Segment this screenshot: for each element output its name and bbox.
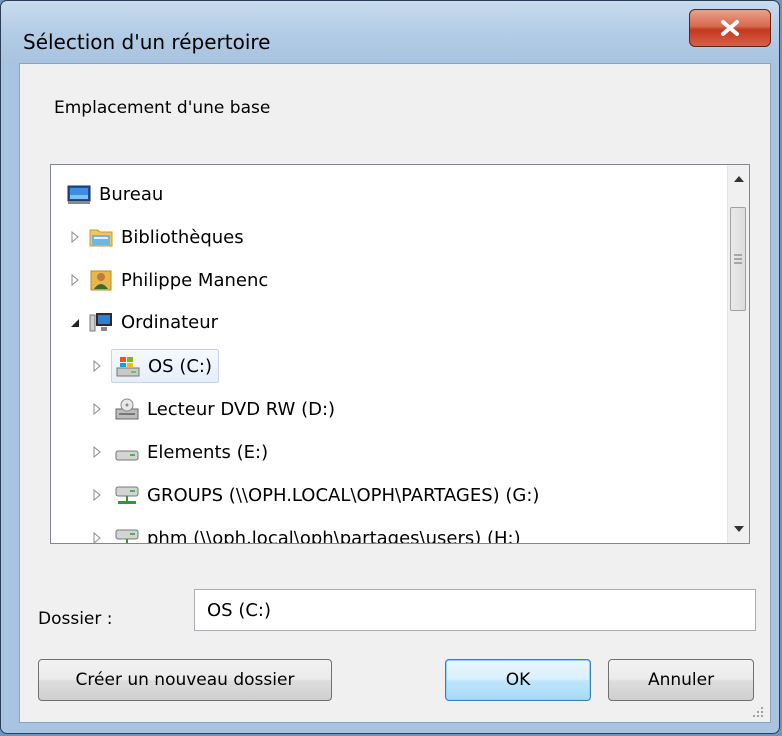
system-drive-icon [116, 357, 140, 377]
resize-grip-icon[interactable] [752, 706, 764, 718]
ok-button[interactable]: OK [445, 659, 591, 701]
grip-lines-icon [734, 254, 742, 264]
tree-item-ordinateur[interactable]: Ordinateur [89, 305, 218, 339]
tree-item-label: phm (\\oph.local\oph\partages\users) (H:… [147, 527, 521, 544]
window-title: Sélection d'un répertoire [23, 30, 271, 54]
collapse-arrow-icon[interactable] [69, 317, 81, 329]
vertical-scrollbar[interactable] [727, 165, 749, 543]
tree-item-label: Lecteur DVD RW (D:) [147, 398, 336, 420]
arrow-down-icon [733, 526, 744, 532]
user-folder-icon [90, 270, 112, 291]
tree-item-label: OS (C:) [148, 355, 212, 377]
dialog-body: Emplacement d'une base Bureau Bibliothèq… [19, 63, 771, 723]
dialog-window: Sélection d'un répertoire Emplacement d'… [0, 0, 780, 734]
tree-item-label: Elements (E:) [147, 441, 269, 463]
tree-item-dvd-drive[interactable]: Lecteur DVD RW (D:) [115, 392, 335, 426]
tree-item-bureau[interactable]: Bureau [67, 177, 163, 211]
expand-arrow-icon[interactable] [69, 274, 81, 286]
tree-item-label: GROUPS (\\OPH.LOCAL\OPH\PARTAGES) (G:) [147, 484, 540, 506]
tree-item-groups-g[interactable]: GROUPS (\\OPH.LOCAL\OPH\PARTAGES) (G:) [115, 478, 539, 512]
computer-icon [89, 313, 112, 332]
tree-item-os-c[interactable]: OS (C:) [111, 349, 219, 383]
dvd-drive-icon [115, 398, 139, 420]
folder-input[interactable] [194, 589, 756, 631]
scroll-thumb[interactable] [730, 207, 746, 311]
removable-drive-icon [115, 450, 139, 461]
tree-item-bibliotheques[interactable]: Bibliothèques [89, 220, 244, 254]
tree-item-phm-h[interactable]: phm (\\oph.local\oph\partages\users) (H:… [115, 521, 521, 544]
expand-arrow-icon[interactable] [91, 489, 103, 501]
tree-item-label: Bibliothèques [121, 226, 244, 248]
cancel-button[interactable]: Annuler [608, 659, 754, 701]
network-drive-icon [115, 486, 139, 504]
expand-arrow-icon[interactable] [69, 231, 81, 243]
scroll-down-button[interactable] [728, 517, 749, 541]
tree-item-label: Bureau [99, 183, 164, 205]
location-prompt: Emplacement d'une base [54, 98, 271, 118]
tree-item-label: Philippe Manenc [121, 269, 269, 291]
arrow-up-icon [733, 176, 744, 182]
network-drive-icon [115, 529, 139, 543]
expand-arrow-icon[interactable] [91, 532, 103, 543]
tree-item-label: Ordinateur [121, 311, 219, 333]
folder-tree[interactable]: Bureau Bibliothèques Philippe Manenc Ord… [50, 164, 750, 544]
close-button[interactable] [689, 9, 771, 47]
desktop-icon [67, 185, 91, 204]
tree-item-philippe-manenc[interactable]: Philippe Manenc [89, 263, 268, 297]
scroll-up-button[interactable] [728, 167, 749, 191]
folder-label: Dossier : [38, 609, 113, 629]
expand-arrow-icon[interactable] [91, 360, 103, 372]
expand-arrow-icon[interactable] [91, 446, 103, 458]
libraries-icon [89, 229, 113, 247]
expand-arrow-icon[interactable] [91, 403, 103, 415]
close-icon [721, 20, 739, 36]
new-folder-button[interactable]: Créer un nouveau dossier [38, 659, 332, 701]
tree-item-elements-e[interactable]: Elements (E:) [115, 435, 268, 469]
